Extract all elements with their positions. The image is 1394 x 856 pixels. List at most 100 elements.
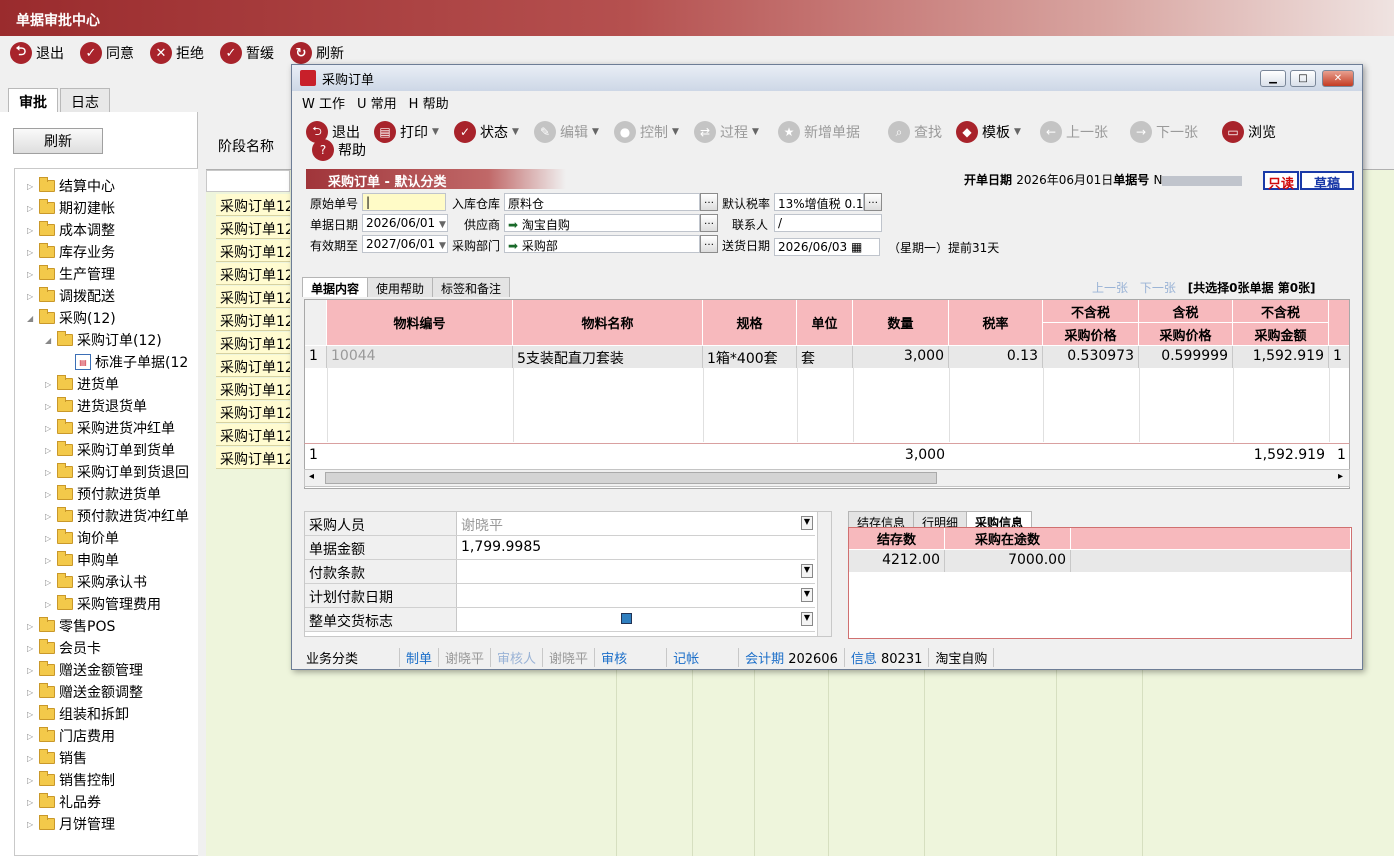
dept-picker-button[interactable]: … xyxy=(700,235,718,253)
tree-node[interactable]: ▷ 组装和拆卸 xyxy=(27,703,129,725)
defer-button[interactable]: ✓ 暂缓 xyxy=(220,42,274,64)
tab-tags-notes[interactable]: 标签和备注 xyxy=(432,277,511,297)
col-amount-top[interactable]: 不含税 xyxy=(1233,300,1329,323)
tree-node[interactable]: ▷ 会员卡 xyxy=(27,637,101,659)
tab-usage-help[interactable]: 使用帮助 xyxy=(367,277,434,297)
tab-log[interactable]: 日志 xyxy=(60,88,110,112)
tree-node[interactable]: ▷ 进货退货单 xyxy=(45,395,147,417)
menu-common[interactable]: U 常用 xyxy=(357,93,397,112)
tree-node[interactable]: ▷ 销售控制 xyxy=(27,769,115,791)
scrollbar-thumb[interactable] xyxy=(325,472,937,484)
table-row[interactable]: 采购订单12 xyxy=(216,217,290,239)
tax-input[interactable]: 13%增值税 0.13 xyxy=(774,193,864,211)
tree-node[interactable]: ▷ 采购订单到货单 xyxy=(45,439,175,461)
tree-node[interactable]: ▷ 询价单 xyxy=(45,527,119,549)
print-button[interactable]: ▤ 打印 ▼ xyxy=(374,121,439,143)
edit-button[interactable]: ✎ 编辑 ▼ xyxy=(534,121,599,143)
prop-row[interactable]: 单据金额 1,799.9985 xyxy=(305,536,815,560)
tree-node[interactable]: ▷ 预付款进货单 xyxy=(45,483,161,505)
table-row[interactable]: 采购订单12 xyxy=(216,263,290,285)
tree-node[interactable]: ▷ 采购订单到货退回 xyxy=(45,461,189,483)
ship-date-input[interactable]: 2026/06/03 ▦ xyxy=(774,238,880,256)
exit-button[interactable]: ⮌ 退出 xyxy=(10,42,64,64)
control-button[interactable]: ● 控制 ▼ xyxy=(614,121,679,143)
col-unit-header[interactable]: 单位 xyxy=(797,300,853,346)
menu-work[interactable]: W 工作 xyxy=(302,93,345,112)
supplier-input[interactable]: ➡ 淘宝自购 xyxy=(504,214,700,232)
row-number[interactable]: 1 xyxy=(305,346,327,368)
dropdown-arrow-icon[interactable]: ▼ xyxy=(801,588,813,602)
nav-prev-link[interactable]: 上一张 xyxy=(1092,281,1128,295)
nav-next-link[interactable]: 下一张 xyxy=(1140,281,1176,295)
tree-node[interactable]: ▤ 标准子单据(12 xyxy=(75,351,188,373)
prop-row[interactable]: 整单交货标志 ▼ xyxy=(305,608,815,632)
col-qty-header[interactable]: 数量 xyxy=(853,300,949,346)
tree-node[interactable]: ▷ 月饼管理 xyxy=(27,813,115,835)
table-row[interactable]: 采购订单12 xyxy=(216,355,290,377)
find-button[interactable]: ⌕ 查找 xyxy=(888,121,942,143)
approve-button[interactable]: ✓ 同意 xyxy=(80,42,134,64)
col-in-price-bottom[interactable]: 采购价格 xyxy=(1139,323,1233,346)
cell-unit[interactable]: 套 xyxy=(797,346,853,368)
cell-amount[interactable]: 1,592.919 xyxy=(1233,346,1329,368)
tree-refresh-button[interactable]: 刷新 xyxy=(13,128,103,154)
prop-row[interactable]: 计划付款日期 ▼ xyxy=(305,584,815,608)
tree-node[interactable]: ▷ 生产管理 xyxy=(27,263,115,285)
table-row[interactable]: 采购订单12 xyxy=(216,240,290,262)
tree-node[interactable]: ▷ 结算中心 xyxy=(27,175,115,197)
reject-button[interactable]: ✕ 拒绝 xyxy=(150,42,204,64)
prev-button[interactable]: ← 上一张 xyxy=(1040,121,1108,143)
tree-node[interactable]: ▷ 期初建帐 xyxy=(27,197,115,219)
tree-node[interactable]: ▷ 礼品券 xyxy=(27,791,101,813)
checkbox[interactable] xyxy=(621,613,632,624)
tab-doc-content[interactable]: 单据内容 xyxy=(302,277,369,297)
tree-node[interactable]: ▷ 赠送金额管理 xyxy=(27,659,143,681)
tree-node[interactable]: ◢ 采购订单(12) xyxy=(45,329,162,351)
tree-node[interactable]: ▷ 调拨配送 xyxy=(27,285,115,307)
refresh-button[interactable]: ↻ 刷新 xyxy=(290,42,344,64)
tree-node[interactable]: ◢ 采购(12) xyxy=(27,307,116,329)
col-amount-bottom[interactable]: 采购金额 xyxy=(1233,323,1329,346)
template-button[interactable]: ◆ 模板 ▼ xyxy=(956,121,1021,143)
table-row[interactable]: 采购订单12 xyxy=(216,332,290,354)
cell-name[interactable]: 5支装配直刀套装 xyxy=(513,346,703,368)
maximize-button[interactable]: □ xyxy=(1290,70,1316,87)
tab-approve[interactable]: 审批 xyxy=(8,88,58,112)
properties-scrollbar[interactable] xyxy=(817,512,831,636)
warehouse-picker-button[interactable]: … xyxy=(700,193,718,211)
table-row[interactable]: 采购订单12 xyxy=(216,401,290,423)
col-name-header[interactable]: 物料名称 xyxy=(513,300,703,346)
close-window-button[interactable]: ✕ xyxy=(1322,70,1354,87)
date-input[interactable]: 2026/06/01 ▼ xyxy=(362,214,448,232)
cell-ex-price[interactable]: 0.530973 xyxy=(1043,346,1139,368)
col-spec-header[interactable]: 规格 xyxy=(703,300,797,346)
tax-picker-button[interactable]: … xyxy=(864,193,882,211)
table-row[interactable]: 采购订单12 xyxy=(216,447,290,469)
col-rate-header[interactable]: 税率 xyxy=(949,300,1043,346)
next-button[interactable]: → 下一张 xyxy=(1130,121,1198,143)
orig-no-input[interactable]: | xyxy=(362,193,446,211)
tree-node[interactable]: ▷ 申购单 xyxy=(45,549,119,571)
prop-row[interactable]: 付款条款 ▼ xyxy=(305,560,815,584)
process-button[interactable]: ⇄ 过程 ▼ xyxy=(694,121,759,143)
supplier-picker-button[interactable]: … xyxy=(700,214,718,232)
table-row[interactable]: 采购订单12 xyxy=(216,194,290,216)
minimize-button[interactable]: ▁ xyxy=(1260,70,1286,87)
tree-node[interactable]: ▷ 采购管理费用 xyxy=(45,593,161,615)
warehouse-input[interactable]: 原料仓 xyxy=(504,193,700,211)
new-document-button[interactable]: ★ 新增单据 xyxy=(778,121,860,143)
tree-node[interactable]: ▷ 采购进货冲红单 xyxy=(45,417,175,439)
cell-qty[interactable]: 3,000 xyxy=(853,346,949,368)
col-code-header[interactable]: 物料编号 xyxy=(327,300,513,346)
tree-node[interactable]: ▷ 采购承认书 xyxy=(45,571,147,593)
horizontal-scrollbar[interactable]: ◂ ▸ xyxy=(304,469,1350,487)
help-button[interactable]: ? 帮助 xyxy=(312,139,366,161)
tree-node[interactable]: ▷ 进货单 xyxy=(45,373,119,395)
col-in-price-top[interactable]: 含税 xyxy=(1139,300,1233,323)
dropdown-arrow-icon[interactable]: ▼ xyxy=(801,612,813,626)
tree-node[interactable]: ▷ 成本调整 xyxy=(27,219,115,241)
tree-node[interactable]: ▷ 库存业务 xyxy=(27,241,115,263)
tree-node[interactable]: ▷ 销售 xyxy=(27,747,87,769)
tree-node[interactable]: ▷ 赠送金额调整 xyxy=(27,681,143,703)
tree-node[interactable]: ▷ 门店费用 xyxy=(27,725,115,747)
